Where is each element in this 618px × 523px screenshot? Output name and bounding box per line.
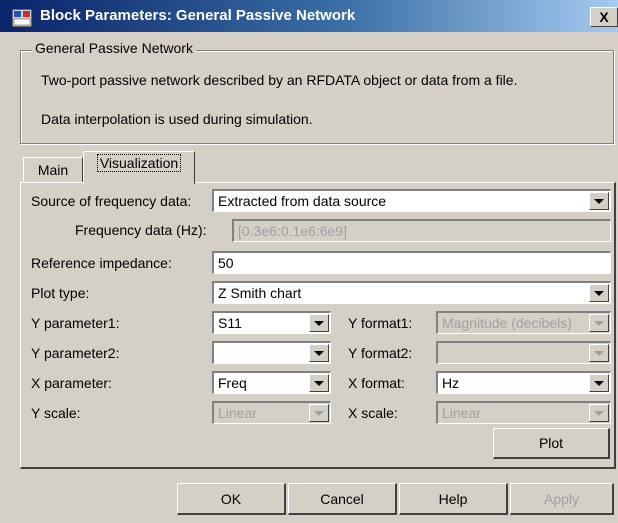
- chevron-down-icon[interactable]: [589, 284, 609, 302]
- y-format1-label: Y format1:: [348, 315, 413, 331]
- description-line-2: Data interpolation is used during simula…: [41, 111, 313, 127]
- apply-button[interactable]: Apply: [510, 483, 614, 515]
- description-line-1: Two-port passive network described by an…: [41, 72, 518, 88]
- plot-type-label: Plot type:: [31, 285, 90, 301]
- y-format1-value: Magnitude (decibels): [442, 315, 572, 331]
- reference-impedance-label: Reference impedance:: [31, 255, 172, 271]
- frequency-data-value: [0.3e6:0.1e6:6e9]: [238, 223, 347, 239]
- x-format-label: X format:: [348, 375, 405, 391]
- window-title: Block Parameters: General Passive Networ…: [40, 7, 356, 24]
- x-scale-label: X scale:: [348, 405, 398, 421]
- y-scale-value: Linear: [218, 405, 257, 421]
- source-frequency-label: Source of frequency data:: [31, 193, 192, 209]
- reference-impedance-value: 50: [218, 255, 234, 271]
- chevron-down-icon[interactable]: [309, 404, 329, 422]
- plot-type-value: Z Smith chart: [218, 285, 302, 301]
- chevron-down-icon[interactable]: [309, 314, 329, 332]
- x-parameter-dropdown[interactable]: Freq: [212, 371, 331, 394]
- help-button[interactable]: Help: [399, 483, 508, 515]
- chevron-down-icon[interactable]: [589, 344, 609, 362]
- group-legend: General Passive Network: [32, 40, 196, 56]
- x-parameter-value: Freq: [218, 375, 247, 391]
- chevron-down-icon[interactable]: [589, 192, 609, 210]
- y-parameter2-dropdown[interactable]: [212, 341, 331, 364]
- chevron-down-icon[interactable]: [309, 374, 329, 392]
- plot-type-dropdown[interactable]: Z Smith chart: [212, 281, 611, 304]
- cancel-button[interactable]: Cancel: [288, 483, 397, 515]
- x-parameter-label: X parameter:: [31, 375, 112, 391]
- y-parameter2-label: Y parameter2:: [31, 345, 120, 361]
- tab-visualization-label: Visualization: [96, 154, 182, 172]
- reference-impedance-field[interactable]: 50: [212, 251, 611, 274]
- y-parameter1-label: Y parameter1:: [31, 315, 120, 331]
- frequency-data-label: Frequency data (Hz):: [75, 222, 207, 238]
- x-scale-dropdown[interactable]: Linear: [436, 401, 611, 424]
- source-frequency-value: Extracted from data source: [218, 193, 387, 209]
- y-parameter1-value: S11: [218, 315, 242, 331]
- tab-main[interactable]: Main: [23, 157, 83, 183]
- chevron-down-icon[interactable]: [589, 374, 609, 392]
- ok-button[interactable]: OK: [177, 483, 286, 515]
- plot-button[interactable]: Plot: [493, 428, 610, 459]
- y-parameter1-dropdown[interactable]: S11: [212, 311, 331, 334]
- tab-main-label: Main: [37, 162, 69, 178]
- block-parameters-icon: [12, 9, 32, 27]
- chevron-down-icon[interactable]: [589, 314, 609, 332]
- chevron-down-icon[interactable]: [589, 404, 609, 422]
- x-format-dropdown[interactable]: Hz: [436, 371, 611, 394]
- y-scale-label: Y scale:: [31, 405, 81, 421]
- tab-visualization[interactable]: Visualization: [83, 151, 195, 184]
- chevron-down-icon[interactable]: [309, 344, 329, 362]
- close-button[interactable]: X: [590, 7, 618, 27]
- x-format-value: Hz: [442, 375, 460, 391]
- description-group: [20, 50, 614, 144]
- y-format2-dropdown[interactable]: [436, 341, 611, 364]
- frequency-data-field[interactable]: [0.3e6:0.1e6:6e9]: [232, 219, 611, 242]
- y-scale-dropdown[interactable]: Linear: [212, 401, 331, 424]
- y-format2-label: Y format2:: [348, 345, 413, 361]
- source-frequency-dropdown[interactable]: Extracted from data source: [212, 189, 611, 212]
- y-format1-dropdown[interactable]: Magnitude (decibels): [436, 311, 611, 334]
- x-scale-value: Linear: [442, 405, 481, 421]
